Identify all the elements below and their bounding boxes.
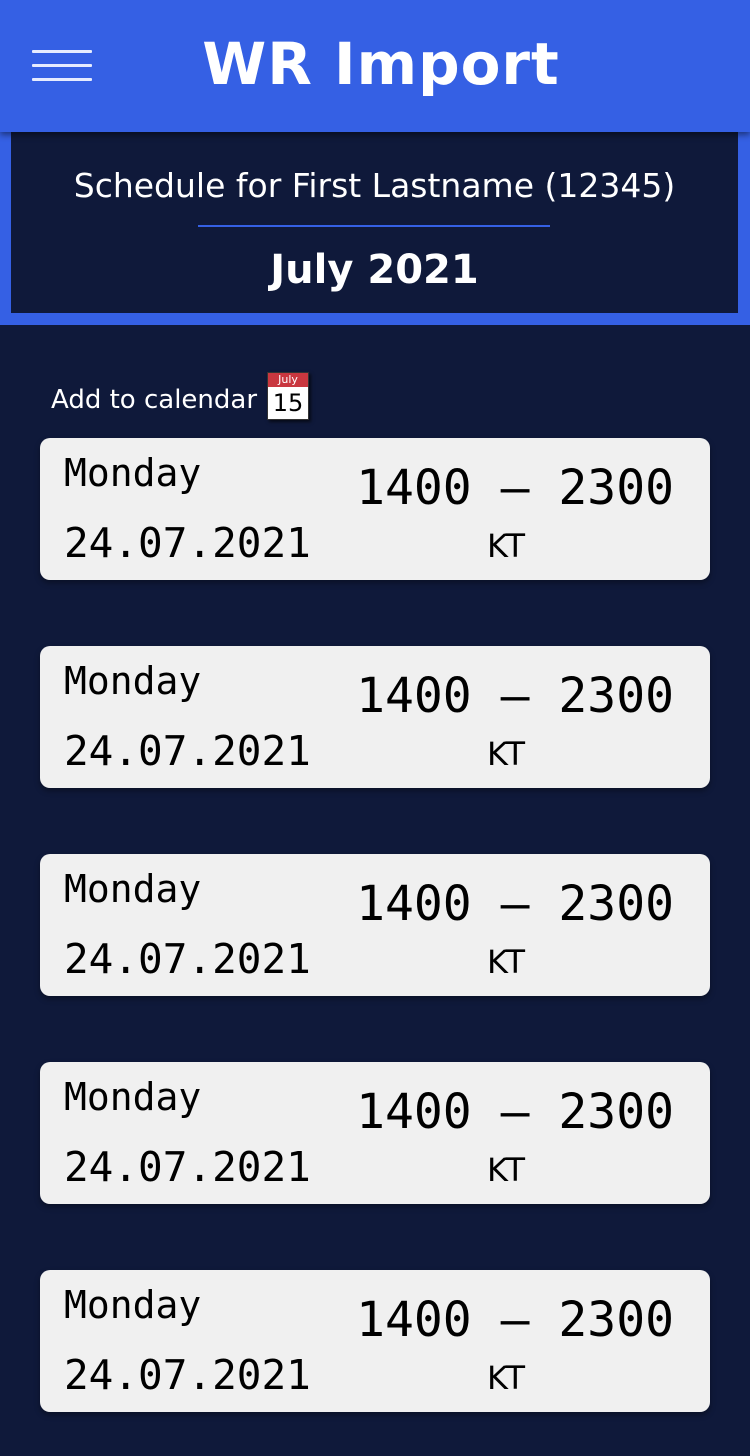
shift-time: 1400 – 2300 bbox=[356, 460, 674, 516]
shift-code: KT bbox=[487, 735, 526, 773]
header-divider bbox=[198, 225, 550, 227]
shift-date: 24.07.2021 bbox=[64, 519, 311, 567]
shift-date: 24.07.2021 bbox=[64, 1143, 311, 1191]
shift-card[interactable]: Monday 24.07.2021 1400 – 2300 KT bbox=[40, 438, 710, 580]
shift-date: 24.07.2021 bbox=[64, 727, 311, 775]
calendar-icon[interactable]: July 15 bbox=[267, 372, 310, 420]
shift-code: KT bbox=[487, 527, 526, 565]
shift-date: 24.07.2021 bbox=[64, 935, 311, 983]
schedule-header: Schedule for First Lastname (12345) July… bbox=[0, 132, 750, 325]
shift-time: 1400 – 2300 bbox=[356, 876, 674, 932]
schedule-header-inner: Schedule for First Lastname (12345) July… bbox=[11, 132, 738, 313]
shift-code: KT bbox=[487, 1359, 526, 1397]
app-title: WR Import bbox=[202, 30, 560, 98]
schedule-owner-title: Schedule for First Lastname (12345) bbox=[73, 166, 676, 205]
shift-time: 1400 – 2300 bbox=[356, 1292, 674, 1348]
shift-code: KT bbox=[487, 943, 526, 981]
shift-code: KT bbox=[487, 1151, 526, 1189]
shift-date: 24.07.2021 bbox=[64, 1351, 311, 1399]
shift-time: 1400 – 2300 bbox=[356, 668, 674, 724]
shift-card[interactable]: Monday 24.07.2021 1400 – 2300 KT bbox=[40, 1270, 710, 1412]
shift-day: Monday bbox=[64, 1075, 202, 1119]
shift-card[interactable]: Monday 24.07.2021 1400 – 2300 KT bbox=[40, 1062, 710, 1204]
add-to-calendar-label: Add to calendar bbox=[51, 385, 258, 415]
shift-day: Monday bbox=[64, 659, 202, 703]
top-app-bar: WR Import bbox=[0, 0, 750, 132]
shift-day: Monday bbox=[64, 451, 202, 495]
calendar-icon-day: 15 bbox=[272, 389, 304, 417]
calendar-icon-month: July bbox=[268, 373, 309, 387]
shift-day: Monday bbox=[64, 867, 202, 911]
shift-day: Monday bbox=[64, 1283, 202, 1327]
shift-card[interactable]: Monday 24.07.2021 1400 – 2300 KT bbox=[40, 854, 710, 996]
shift-card[interactable]: Monday 24.07.2021 1400 – 2300 KT bbox=[40, 646, 710, 788]
shift-time: 1400 – 2300 bbox=[356, 1084, 674, 1140]
add-to-calendar-button[interactable]: Add to calendar July 15 bbox=[51, 368, 310, 420]
month-title: July 2021 bbox=[270, 247, 479, 293]
